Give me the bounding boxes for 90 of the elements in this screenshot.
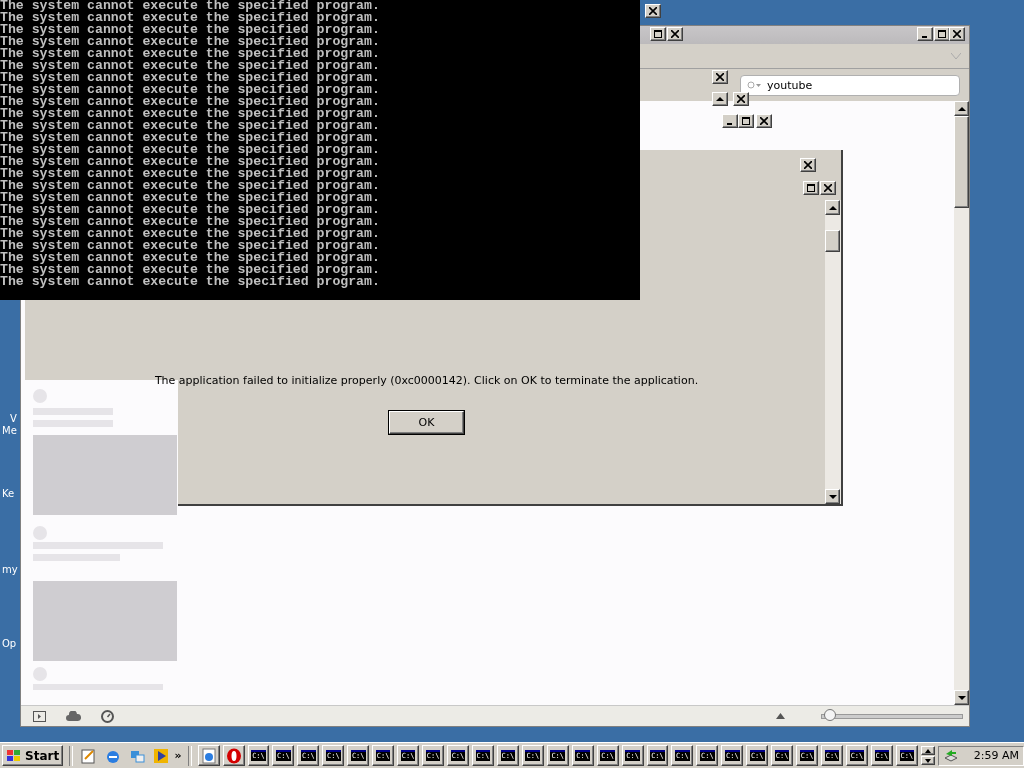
scrollbar[interactable] [825,200,841,504]
console-line: The system cannot execute the specified program. [0,204,381,216]
scroll-up-button[interactable] [712,92,728,106]
console-line: The system cannot execute the specified program. [0,60,381,72]
close-button[interactable] [645,4,661,18]
cloud-icon[interactable] [66,711,81,721]
console-line: The system cannot execute the specified program. [0,264,381,276]
zoom-slider-thumb[interactable] [824,708,836,721]
close-button[interactable] [712,70,728,84]
console-line: The system cannot execute the specified program. [0,108,381,120]
up-arrow-icon [828,203,837,212]
maximize-button[interactable] [738,114,754,128]
taskbar-button[interactable] [222,745,245,766]
console-line: The system cannot execute the specified program. [0,0,381,12]
console-line: The system cannot execute the specified program. [0,276,381,288]
close-icon [737,95,745,103]
console-line: The system cannot execute the specified program. [0,216,381,228]
close-icon [953,30,961,38]
scroll-down-button[interactable] [920,756,935,765]
taskbar-button[interactable] [197,745,220,766]
minimize-button[interactable] [722,114,738,128]
console-line: The system cannot execute the specified program. [0,12,381,24]
desktop-icon-label[interactable]: my [2,564,18,576]
up-arrow-icon [924,748,931,753]
close-button[interactable] [756,114,772,128]
notepad-icon [81,747,98,764]
scroll-thumb[interactable] [825,230,840,252]
console-line: The system cannot execute the specified program. [0,168,381,180]
console-line: The system cannot execute the specified program. [0,240,381,252]
clock: 2:59 AM [973,749,1019,762]
desktop-icon-label[interactable]: V [9,413,17,425]
scrollbar[interactable] [954,101,969,705]
maximize-icon [654,30,662,38]
console-line: The system cannot execute the specified program. [0,24,381,36]
console-line: The system cannot execute the specified program. [0,120,381,132]
maximize-button[interactable] [934,27,950,41]
minimize-button[interactable] [917,27,933,41]
windows-logo-icon [6,748,22,763]
speedometer-icon[interactable] [101,709,114,723]
close-icon [649,7,657,15]
console-line: The system cannot execute the specified program. [0,180,381,192]
network-icon[interactable] [943,747,959,764]
console-line: The system cannot execute the specified program. [0,252,381,264]
ok-button[interactable]: OK [389,411,464,434]
maximize-button[interactable] [650,27,666,41]
close-button[interactable] [820,181,836,195]
search-text: youtube [767,78,813,92]
up-arrow-icon[interactable] [776,713,785,719]
maximize-icon [938,30,946,38]
panel-icon[interactable] [33,710,46,722]
console-line: The system cannot execute the specified program. [0,132,381,144]
close-icon [716,73,724,81]
desktop-icon-label[interactable]: Op [2,638,17,650]
console-line: The system cannot execute the specified program. [0,48,381,60]
console-line: The system cannot execute the specified program. [0,72,381,84]
start-button[interactable]: Start [2,745,64,766]
up-arrow-icon [957,104,966,113]
down-arrow-icon [957,693,966,702]
down-arrow-icon [924,758,931,763]
console-line: The system cannot execute the specified program. [0,84,381,96]
close-button[interactable] [667,27,683,41]
close-button[interactable] [949,27,965,41]
play-icon [153,747,170,764]
maximize-button[interactable] [803,181,819,195]
more-chevron[interactable]: » [174,749,182,762]
console-line: The system cannot execute the specified program. [0,228,381,240]
error-message: The application failed to initialize properly (0xc0000142). Click on OK to terminate the application. [154,374,699,387]
o-logo-icon [225,747,242,764]
console-line: The system cannot execute the specified program. [0,156,381,168]
desktop-icon-label[interactable]: Me [2,425,17,437]
scroll-up-button[interactable] [920,746,935,755]
console-line: The system cannot execute the specified program. [0,36,381,48]
search-icon [747,81,761,89]
close-button[interactable] [733,92,749,106]
console-line: The system cannot execute the specified program. [0,192,381,204]
close-icon [804,161,812,169]
maximize-icon [807,184,815,192]
desktop-icon-label[interactable]: Ke [2,488,15,500]
search-field[interactable]: youtube [740,74,960,96]
browser-e-icon [200,747,217,764]
close-icon [671,30,679,38]
console-line: The system cannot execute the specified program. [0,144,381,156]
close-button[interactable] [800,158,816,172]
up-arrow-icon [716,95,724,103]
close-icon [760,117,768,125]
scroll-thumb[interactable] [954,116,969,208]
console-line: The system cannot execute the specified program. [0,96,381,108]
maximize-icon [742,117,750,125]
down-arrow-icon [828,492,837,501]
close-icon [824,184,832,192]
